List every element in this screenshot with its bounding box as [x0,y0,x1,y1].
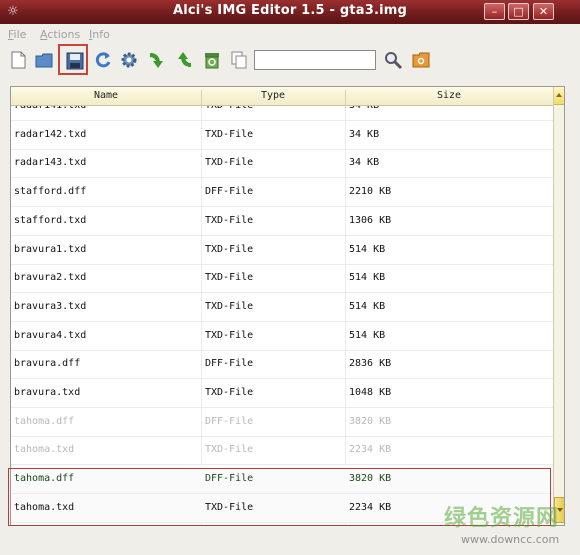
table-row[interactable]: tahoma.dff DFF-File 3820 KB [11,408,553,437]
table-row[interactable]: bravura.txd TXD-File 1048 KB [11,379,553,408]
refresh-icon[interactable] [91,48,115,72]
recycle-bin-icon[interactable] [200,48,224,72]
table-row[interactable]: radar142.txd TXD-File 34 KB [11,121,553,150]
file-type-cell: TXD-File [205,243,254,255]
file-size-cell: 514 KB [349,300,386,312]
file-type-cell: TXD-File [205,444,254,456]
file-size-cell: 34 KB [349,157,380,169]
file-size-cell: 514 KB [349,329,386,341]
file-size-cell: 2836 KB [349,358,392,370]
file-type-cell: DFF-File [205,473,254,485]
file-size-cell: 34 KB [349,128,380,140]
file-size-cell: 514 KB [349,243,386,255]
file-name-cell: tahoma.dff [14,415,75,427]
table-row[interactable]: bravura4.txd TXD-File 514 KB [11,322,553,351]
search-icon[interactable] [381,48,405,72]
scroll-up-button[interactable] [554,87,564,105]
file-type-cell: TXD-File [205,128,254,140]
menu-file[interactable]: File [8,28,26,41]
file-type-cell: DFF-File [205,186,254,198]
file-type-cell: TXD-File [205,501,254,513]
table-row[interactable]: tahoma.dff DFF-File 3820 KB [11,465,553,495]
close-button[interactable]: ✕ [533,3,554,20]
app-window: ☼ Alci's IMG Editor 1.5 - gta3.img – □ ✕… [0,0,580,555]
table-row[interactable]: stafford.dff DFF-File 2210 KB [11,178,553,208]
file-name-cell: radar143.txd [14,157,87,169]
menu-file-label: ile [13,28,27,41]
file-type-cell: TXD-File [205,214,254,226]
chevron-up-icon [556,93,562,97]
export-arrow-icon[interactable] [172,48,196,72]
file-size-cell: 3820 KB [349,473,392,485]
file-type-cell: DFF-File [205,358,254,370]
table-row[interactable]: bravura1.txd TXD-File 514 KB [11,236,553,265]
new-file-icon[interactable] [6,48,30,72]
toolbar [0,44,580,76]
file-type-cell: TXD-File [205,387,254,398]
file-type-cell: TXD-File [205,272,254,284]
file-size-cell: 2210 KB [349,186,392,198]
table-row[interactable]: radar143.txd TXD-File 34 KB [11,149,553,179]
header-size[interactable]: Size [345,90,553,101]
header-name[interactable]: Name [11,90,201,101]
file-size-cell: 1306 KB [349,214,392,226]
menu-info[interactable]: Info [89,28,110,41]
file-name-cell: tahoma.dff [14,473,75,485]
watermark-url: www.downcc.com [461,533,560,546]
file-name-cell: stafford.dff [14,186,87,198]
table-row[interactable]: bravura.dff DFF-File 2836 KB [11,350,553,380]
file-name-cell: radar142.txd [14,128,87,140]
file-size-cell: 3820 KB [349,415,392,427]
file-size-cell: 2234 KB [349,501,392,513]
open-file-icon[interactable] [409,48,433,72]
vertical-scrollbar[interactable] [553,87,564,525]
open-folder-icon[interactable] [32,48,56,72]
file-name-cell: bravura2.txd [14,272,87,284]
maximize-button[interactable]: □ [508,3,529,20]
save-icon[interactable] [58,44,88,75]
menu-actions[interactable]: Actions [40,28,80,41]
settings-gear-icon[interactable] [117,48,141,72]
title-bar: ☼ Alci's IMG Editor 1.5 - gta3.img – □ ✕ [0,0,580,24]
file-name-cell: bravura4.txd [14,329,87,341]
list-header: Name Type Size [11,87,553,108]
file-name-cell: tahoma.txd [14,444,75,456]
table-row[interactable]: bravura2.txd TXD-File 514 KB [11,264,553,294]
file-type-cell: TXD-File [205,329,254,341]
file-list[interactable]: radar141.txdTXD-File34 KBradar142.txdTXD… [10,86,565,526]
minimize-button[interactable]: – [484,3,505,20]
table-row[interactable]: bravura3.txd TXD-File 514 KB [11,293,553,322]
file-name-cell: stafford.txd [14,214,87,226]
table-row[interactable]: tahoma.txd TXD-File 2234 KB [11,436,553,466]
table-row[interactable]: stafford.txd TXD-File 1306 KB [11,207,553,236]
menu-info-label: nfo [92,28,110,41]
file-type-cell: DFF-File [205,415,254,427]
file-name-cell: bravura.txd [14,387,81,398]
file-type-cell: TXD-File [205,157,254,169]
import-arrow-icon[interactable] [145,48,169,72]
file-size-cell: 1048 KB [349,387,392,398]
menu-bar: File Actions Info [0,26,580,44]
file-size-cell: 514 KB [349,272,386,284]
search-input[interactable] [254,50,376,70]
file-name-cell: bravura1.txd [14,243,87,255]
file-size-cell: 2234 KB [349,444,392,456]
file-type-cell: TXD-File [205,300,254,312]
file-name-cell: tahoma.txd [14,501,75,513]
copy-icon[interactable] [227,48,251,72]
file-name-cell: bravura3.txd [14,300,87,312]
header-type[interactable]: Type [201,90,345,101]
file-name-cell: bravura.dff [14,358,81,370]
watermark-brand: 绿色资源网 [444,506,560,531]
menu-actions-label: ctions [47,28,81,41]
